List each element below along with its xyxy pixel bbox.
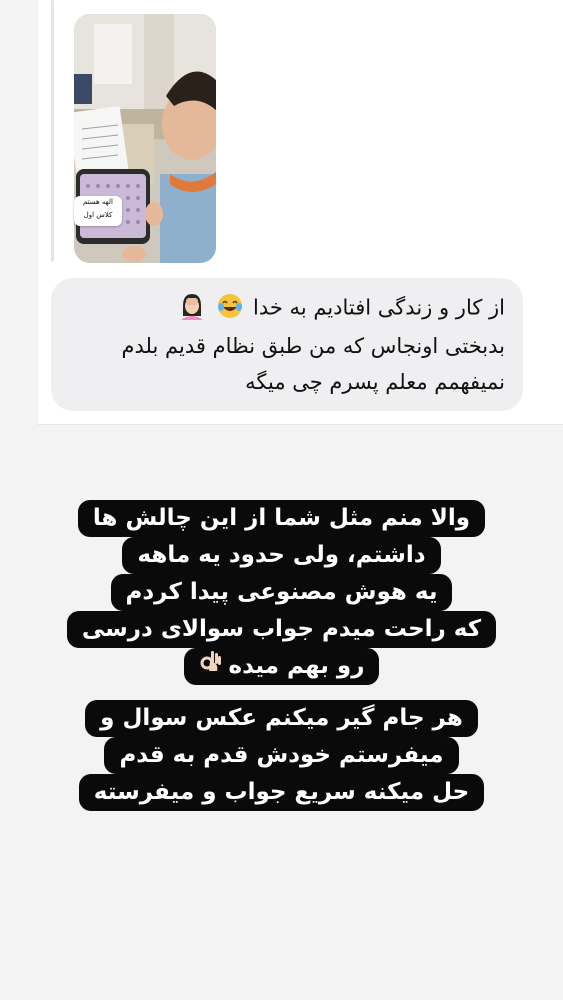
- woman-facepalming-icon: [179, 292, 205, 325]
- caption-line: حل میکنه سریع جواب و میفرسته: [78, 774, 485, 811]
- message-bubble[interactable]: از کار و زندگی افتادیم به خدا بدبختی اون…: [51, 278, 523, 411]
- caption-line: والا منم مثل شما از این چالش ها: [77, 500, 486, 537]
- caption-line: میفرستم خودش قدم به قدم: [104, 737, 459, 774]
- ok-hand-icon: [199, 648, 221, 685]
- message-text: نمیفهمم معلم پسرم چی میگه: [245, 370, 505, 394]
- divider: [38, 424, 563, 425]
- caption-line: که راحت میدم جواب سوالای درسی: [66, 611, 497, 648]
- message-text: از کار و زندگی افتادیم به خدا: [253, 295, 505, 320]
- thumbnail-sticker: الهه هستم کلاس اول: [74, 196, 122, 226]
- face-with-tears-of-joy-icon: [217, 293, 243, 324]
- reply-quote-bar: [51, 0, 54, 262]
- caption-line: رو بهم میده: [183, 648, 380, 685]
- message-line: از کار و زندگی افتادیم به خدا: [176, 292, 505, 325]
- sticker-line: کلاس اول: [83, 211, 113, 219]
- story-caption-1: والا منم مثل شما از این چالش ها داشتم، و…: [0, 500, 563, 685]
- caption-line: هر جام گیر میکنم عکس سوال و: [85, 700, 478, 737]
- message-text: بدبختی اونجاس که من طبق نظام قدیم بلدم: [121, 334, 505, 358]
- caption-text: رو بهم میده: [228, 653, 365, 679]
- caption-line: یه هوش مصنوعی پیدا کردم: [110, 574, 453, 611]
- caption-line: داشتم، ولی حدود یه ماهه: [122, 537, 441, 574]
- story-caption-2: هر جام گیر میکنم عکس سوال و میفرستم خودش…: [0, 700, 563, 811]
- sticker-line: الهه هستم: [83, 198, 113, 206]
